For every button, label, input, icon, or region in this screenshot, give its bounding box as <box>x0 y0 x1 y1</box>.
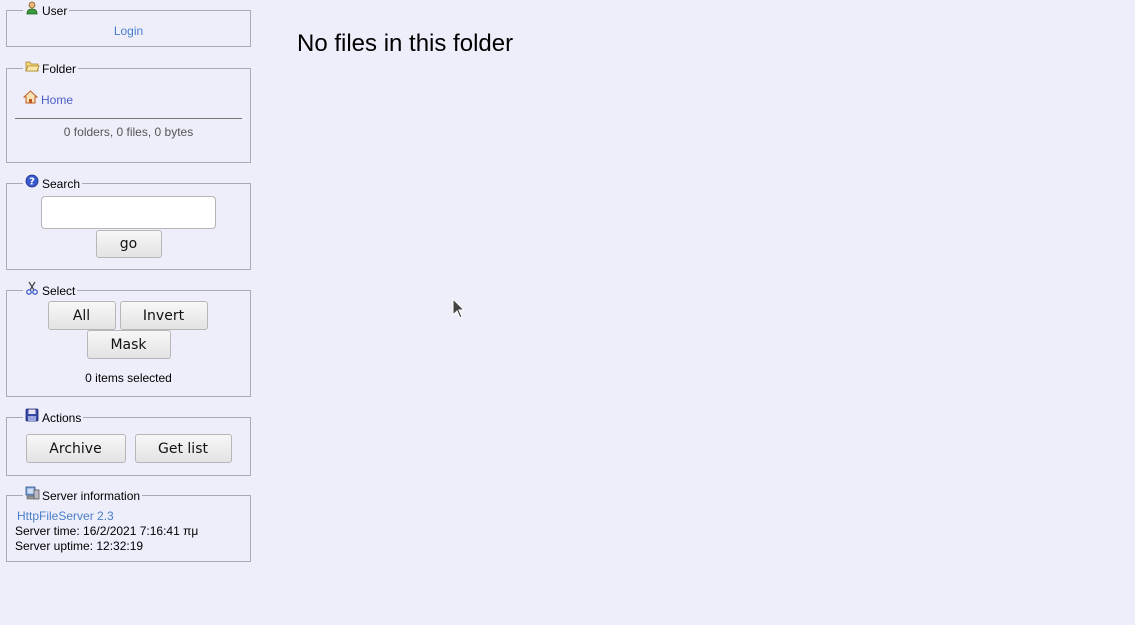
select-all-button[interactable]: All <box>47 301 116 330</box>
search-legend: ? Search <box>23 174 82 191</box>
select-panel: Select All Invert Mask 0 items selected <box>6 281 251 397</box>
floppy-disk-icon <box>25 408 39 422</box>
server-icon <box>25 486 40 500</box>
server-legend: Server information <box>23 486 142 503</box>
select-legend: Select <box>23 281 77 298</box>
user-legend: User <box>23 1 69 18</box>
server-time: Server time: 16/2/2021 7:16:41 πμ <box>15 524 199 538</box>
folder-divider <box>15 118 242 119</box>
folder-icon <box>25 59 40 73</box>
get-list-button[interactable]: Get list <box>134 434 232 463</box>
actions-legend-label: Actions <box>42 411 82 425</box>
folder-summary: 0 folders, 0 files, 0 bytes <box>63 125 194 139</box>
search-panel: ? Search go <box>6 174 251 270</box>
search-legend-label: Search <box>42 177 81 191</box>
server-legend-label: Server information <box>42 489 141 503</box>
selected-count: 0 items selected <box>85 371 172 385</box>
help-icon: ? <box>25 174 39 188</box>
folder-legend: Folder <box>23 60 78 76</box>
folder-panel: Folder Home 0 folders, 0 files, 0 bytes <box>6 60 251 163</box>
home-icon <box>22 90 39 104</box>
user-panel: User Login <box>6 1 251 47</box>
login-link[interactable]: Login <box>114 24 143 38</box>
server-info-panel: Server information HttpFileServer 2.3 Se… <box>6 486 251 562</box>
mask-button[interactable]: Mask <box>86 330 171 359</box>
actions-legend: Actions <box>23 408 83 425</box>
scissors-icon <box>25 281 39 295</box>
actions-panel: Actions Archive Get list <box>6 408 251 476</box>
server-uptime: Server uptime: 12:32:19 <box>15 539 144 553</box>
empty-folder-message: No files in this folder <box>297 30 514 57</box>
home-link[interactable]: Home <box>41 93 73 107</box>
invert-selection-button[interactable]: Invert <box>119 301 208 330</box>
search-input[interactable] <box>41 196 216 229</box>
svg-text:?: ? <box>29 177 35 188</box>
server-software-link[interactable]: HttpFileServer 2.3 <box>17 509 114 523</box>
user-icon <box>25 1 39 15</box>
archive-button[interactable]: Archive <box>25 434 126 463</box>
go-button[interactable]: go <box>95 230 162 258</box>
user-legend-label: User <box>42 4 68 18</box>
mouse-cursor-icon <box>452 297 466 325</box>
folder-legend-label: Folder <box>42 62 77 76</box>
select-legend-label: Select <box>42 284 76 298</box>
